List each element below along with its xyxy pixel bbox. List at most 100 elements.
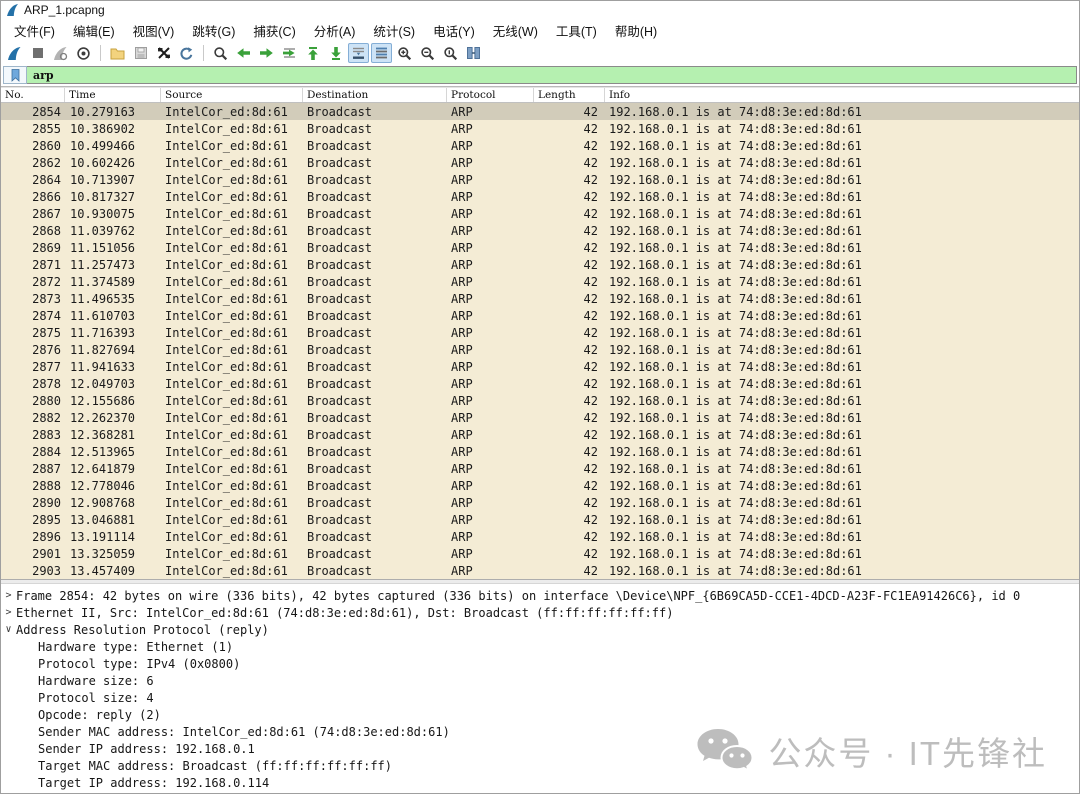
find-packet-icon[interactable] [210, 43, 231, 63]
detail-line[interactable]: Hardware type: Ethernet (1) [1, 638, 1079, 655]
packet-row[interactable]: 286911.151056IntelCor_ed:8d:61BroadcastA… [1, 239, 1079, 256]
cell-length: 42 [534, 241, 605, 255]
cell-info: 192.168.0.1 is at 74:d8:3e:ed:8d:61 [605, 224, 1079, 238]
cell-info: 192.168.0.1 is at 74:d8:3e:ed:8d:61 [605, 122, 1079, 136]
cell-destination: Broadcast [303, 275, 447, 289]
packet-row[interactable]: 286610.817327IntelCor_ed:8d:61BroadcastA… [1, 188, 1079, 205]
menu-item[interactable]: 视图(V) [124, 18, 184, 43]
packet-row[interactable]: 286210.602426IntelCor_ed:8d:61BroadcastA… [1, 154, 1079, 171]
menu-item[interactable]: 工具(T) [547, 18, 606, 43]
cell-protocol: ARP [447, 377, 534, 391]
packet-row[interactable]: 289513.046881IntelCor_ed:8d:61BroadcastA… [1, 511, 1079, 528]
menu-item[interactable]: 电话(Y) [424, 18, 484, 43]
capture-options-icon[interactable] [73, 43, 94, 63]
column-header-no[interactable]: No. [1, 88, 65, 102]
packet-row[interactable]: 288412.513965IntelCor_ed:8d:61BroadcastA… [1, 443, 1079, 460]
packet-row[interactable]: 287711.941633IntelCor_ed:8d:61BroadcastA… [1, 358, 1079, 375]
detail-line[interactable]: >Ethernet II, Src: IntelCor_ed:8d:61 (74… [1, 604, 1079, 621]
column-header-info[interactable]: Info [605, 88, 1079, 102]
save-file-icon[interactable] [130, 43, 151, 63]
cell-protocol: ARP [447, 411, 534, 425]
packet-row[interactable]: 285410.279163IntelCor_ed:8d:61BroadcastA… [1, 103, 1079, 120]
detail-text: Ethernet II, Src: IntelCor_ed:8d:61 (74:… [16, 606, 673, 620]
column-header-source[interactable]: Source [161, 88, 303, 102]
close-file-icon[interactable] [153, 43, 174, 63]
detail-line[interactable]: >Frame 2854: 42 bytes on wire (336 bits)… [1, 587, 1079, 604]
column-header-length[interactable]: Length [534, 88, 605, 102]
packet-row[interactable]: 288812.778046IntelCor_ed:8d:61BroadcastA… [1, 477, 1079, 494]
zoom-in-icon[interactable] [394, 43, 415, 63]
chevron-down-icon[interactable]: ∨ [1, 624, 16, 635]
detail-line[interactable]: ∨Address Resolution Protocol (reply) [1, 621, 1079, 638]
column-header-destination[interactable]: Destination [303, 88, 447, 102]
menu-item[interactable]: 帮助(H) [606, 18, 666, 43]
packet-row[interactable]: 287311.496535IntelCor_ed:8d:61BroadcastA… [1, 290, 1079, 307]
previous-packet-icon[interactable] [233, 43, 254, 63]
detail-line[interactable]: Opcode: reply (2) [1, 706, 1079, 723]
zoom-original-icon[interactable] [440, 43, 461, 63]
cell-time: 11.716393 [65, 326, 161, 340]
cell-destination: Broadcast [303, 445, 447, 459]
detail-text: Frame 2854: 42 bytes on wire (336 bits),… [16, 589, 1020, 603]
cell-no: 2871 [1, 258, 65, 272]
title-bar: ARP_1.pcapng [1, 1, 1079, 19]
detail-line[interactable]: Protocol size: 4 [1, 689, 1079, 706]
menu-item[interactable]: 无线(W) [484, 18, 547, 43]
column-header-time[interactable]: Time [65, 88, 161, 102]
packet-row[interactable]: 288212.262370IntelCor_ed:8d:61BroadcastA… [1, 409, 1079, 426]
cell-length: 42 [534, 479, 605, 493]
zoom-out-icon[interactable] [417, 43, 438, 63]
packet-row[interactable]: 286811.039762IntelCor_ed:8d:61BroadcastA… [1, 222, 1079, 239]
menu-item[interactable]: 跳转(G) [183, 18, 244, 43]
packet-row[interactable]: 287611.827694IntelCor_ed:8d:61BroadcastA… [1, 341, 1079, 358]
packet-row[interactable]: 285510.386902IntelCor_ed:8d:61BroadcastA… [1, 120, 1079, 137]
next-packet-icon[interactable] [256, 43, 277, 63]
packet-row[interactable]: 290113.325059IntelCor_ed:8d:61BroadcastA… [1, 545, 1079, 562]
open-file-icon[interactable] [107, 43, 128, 63]
packet-row[interactable]: 288012.155686IntelCor_ed:8d:61BroadcastA… [1, 392, 1079, 409]
chevron-right-icon[interactable]: > [1, 607, 16, 618]
menu-item[interactable]: 编辑(E) [64, 18, 124, 43]
display-filter-input[interactable]: arp [27, 66, 1077, 84]
menu-item[interactable]: 统计(S) [364, 18, 424, 43]
first-packet-icon[interactable] [302, 43, 323, 63]
packet-row[interactable]: 286710.930075IntelCor_ed:8d:61BroadcastA… [1, 205, 1079, 222]
menu-item[interactable]: 捕获(C) [244, 18, 304, 43]
detail-line[interactable]: Target IP address: 192.168.0.114 [1, 774, 1079, 791]
cell-length: 42 [534, 394, 605, 408]
reload-file-icon[interactable] [176, 43, 197, 63]
menu-item[interactable]: 文件(F) [5, 18, 64, 43]
chevron-right-icon[interactable]: > [1, 590, 16, 601]
cell-time: 12.641879 [65, 462, 161, 476]
goto-packet-icon[interactable] [279, 43, 300, 63]
auto-scroll-icon[interactable] [348, 43, 369, 63]
packet-row[interactable]: 286410.713907IntelCor_ed:8d:61BroadcastA… [1, 171, 1079, 188]
cell-length: 42 [534, 105, 605, 119]
packet-row[interactable]: 287511.716393IntelCor_ed:8d:61BroadcastA… [1, 324, 1079, 341]
packet-row[interactable]: 287211.374589IntelCor_ed:8d:61BroadcastA… [1, 273, 1079, 290]
packet-row[interactable]: 289012.908768IntelCor_ed:8d:61BroadcastA… [1, 494, 1079, 511]
detail-line[interactable]: Protocol type: IPv4 (0x0800) [1, 655, 1079, 672]
packet-row[interactable]: 288712.641879IntelCor_ed:8d:61BroadcastA… [1, 460, 1079, 477]
packet-row[interactable]: 289613.191114IntelCor_ed:8d:61BroadcastA… [1, 528, 1079, 545]
cell-time: 13.457409 [65, 564, 161, 578]
packet-row[interactable]: 288312.368281IntelCor_ed:8d:61BroadcastA… [1, 426, 1079, 443]
colorize-icon[interactable] [371, 43, 392, 63]
filter-bookmark-button[interactable] [3, 66, 27, 84]
detail-line[interactable]: Hardware size: 6 [1, 672, 1079, 689]
menu-item[interactable]: 分析(A) [305, 18, 365, 43]
packet-row[interactable]: 287812.049703IntelCor_ed:8d:61BroadcastA… [1, 375, 1079, 392]
column-header-protocol[interactable]: Protocol [447, 88, 534, 102]
packet-row[interactable]: 290313.457409IntelCor_ed:8d:61BroadcastA… [1, 562, 1079, 579]
packet-row[interactable]: 287411.610703IntelCor_ed:8d:61BroadcastA… [1, 307, 1079, 324]
cell-length: 42 [534, 547, 605, 561]
resize-columns-icon[interactable] [463, 43, 484, 63]
last-packet-icon[interactable] [325, 43, 346, 63]
restart-capture-icon[interactable] [50, 43, 71, 63]
cell-time: 12.778046 [65, 479, 161, 493]
cell-info: 192.168.0.1 is at 74:d8:3e:ed:8d:61 [605, 377, 1079, 391]
packet-row[interactable]: 286010.499466IntelCor_ed:8d:61BroadcastA… [1, 137, 1079, 154]
stop-capture-icon[interactable] [27, 43, 48, 63]
packet-row[interactable]: 287111.257473IntelCor_ed:8d:61BroadcastA… [1, 256, 1079, 273]
start-capture-icon[interactable] [4, 43, 25, 63]
